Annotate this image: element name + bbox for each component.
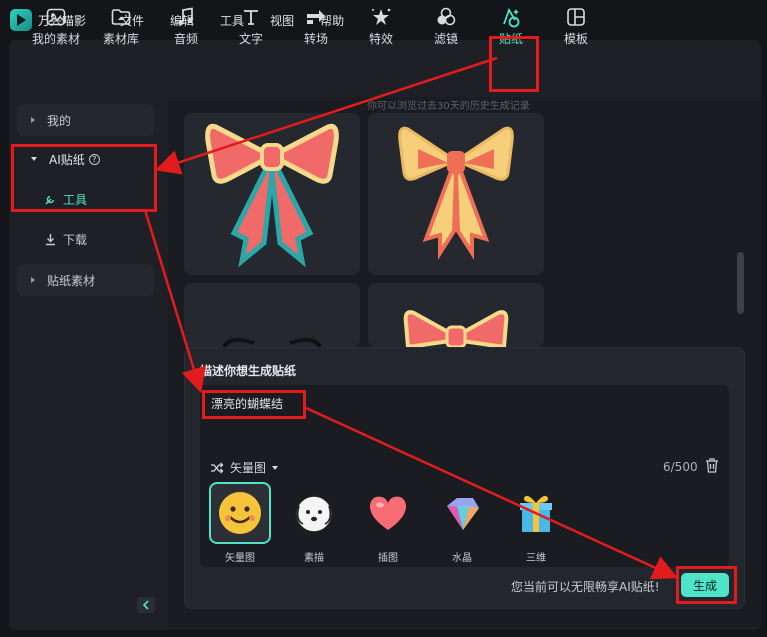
sidebar-item-sticker-assets[interactable]: 贴纸素材 — [17, 264, 154, 296]
sidebar-item-label: 下载 — [63, 232, 88, 247]
bow-sticker-icon — [205, 123, 339, 268]
sidebar-item-label: 贴纸素材 — [47, 273, 96, 288]
tab-label: 模板 — [563, 32, 588, 46]
sidebar-item-download[interactable]: 下载 — [44, 223, 87, 255]
style-option-label: 水晶 — [452, 553, 472, 564]
annotation-box-sticker-tab — [489, 36, 539, 92]
sticker-icon — [500, 6, 522, 28]
style-option-label: 三维 — [526, 553, 546, 564]
sticker-card[interactable] — [368, 283, 544, 347]
tab-transition[interactable]: 转场 — [284, 6, 348, 50]
sketch-dog-icon — [283, 482, 345, 544]
annotation-box-generate — [676, 566, 737, 604]
tab-label: 我的素材 — [31, 32, 80, 46]
collapse-sidebar-button[interactable] — [137, 597, 155, 613]
tab-label: 特效 — [368, 32, 393, 46]
crystal-icon — [431, 482, 493, 544]
music-note-icon — [177, 6, 195, 28]
tab-text[interactable]: 文字 — [219, 6, 283, 50]
char-counter: 6/500 — [663, 460, 698, 474]
tab-label: 转场 — [303, 32, 328, 46]
panel-title: 描述你想生成贴纸 — [200, 364, 297, 378]
bow-sticker-icon — [222, 337, 322, 347]
style-option-3d[interactable]: 三维 — [504, 482, 568, 564]
style-option-label: 矢量图 — [225, 553, 255, 564]
bow-sticker-icon — [403, 310, 509, 347]
sticker-card[interactable] — [184, 113, 360, 275]
style-option-illustration[interactable]: 插图 — [356, 482, 420, 564]
history-hint: 你可以浏览过去30天的历史生成记录 — [367, 101, 530, 112]
style-option-label: 插图 — [378, 553, 398, 564]
tab-audio[interactable]: 音频 — [154, 6, 218, 50]
tab-label: 音频 — [173, 32, 198, 46]
tab-template[interactable]: 模板 — [544, 6, 608, 50]
tab-label: 文字 — [238, 32, 263, 46]
bow-sticker-icon — [398, 126, 514, 260]
text-icon — [242, 6, 260, 28]
annotation-box-prompt — [202, 390, 306, 419]
trash-icon[interactable] — [705, 458, 719, 476]
scrollbar-thumb[interactable] — [737, 252, 744, 314]
sidebar-item-label: 我的 — [47, 113, 72, 128]
style-option-label: 素描 — [304, 553, 324, 564]
unlimited-notice: 您当前可以无限畅享AI贴纸! — [511, 580, 660, 594]
my-media-icon — [46, 6, 66, 28]
chevron-right-icon — [31, 277, 35, 283]
filter-icon — [436, 6, 456, 28]
tab-label: 滤镜 — [433, 32, 458, 46]
sidebar-item-mine[interactable]: 我的 — [17, 104, 154, 136]
sticker-card[interactable] — [184, 283, 360, 347]
download-icon — [46, 233, 55, 245]
chevron-left-icon — [142, 600, 149, 610]
heart-icon — [357, 482, 419, 544]
tab-library[interactable]: 素材库 — [89, 6, 153, 50]
style-option-sketch[interactable]: 素描 — [282, 482, 346, 564]
style-option-crystal[interactable]: 水晶 — [430, 482, 494, 564]
style-dropdown-value: 矢量图 — [230, 461, 267, 475]
gift-box-icon — [505, 482, 567, 544]
tab-label: 素材库 — [102, 32, 139, 46]
caret-down-icon — [272, 465, 279, 470]
template-icon — [566, 6, 586, 28]
transition-icon — [305, 6, 327, 28]
style-option-vector[interactable]: 矢量图 — [208, 482, 272, 564]
shuffle-icon[interactable] — [210, 462, 224, 474]
tab-effects[interactable]: 特效 — [349, 6, 413, 50]
tab-my-media[interactable]: 我的素材 — [24, 6, 88, 50]
chevron-right-icon — [31, 117, 35, 123]
sticker-card[interactable] — [368, 113, 544, 275]
smiley-face-icon — [209, 482, 271, 544]
tab-filter[interactable]: 滤镜 — [414, 6, 478, 50]
library-icon — [111, 6, 131, 28]
style-dropdown[interactable]: 矢量图 — [210, 459, 279, 476]
annotation-box-ai-sticker — [11, 144, 157, 212]
effects-icon — [370, 6, 392, 28]
